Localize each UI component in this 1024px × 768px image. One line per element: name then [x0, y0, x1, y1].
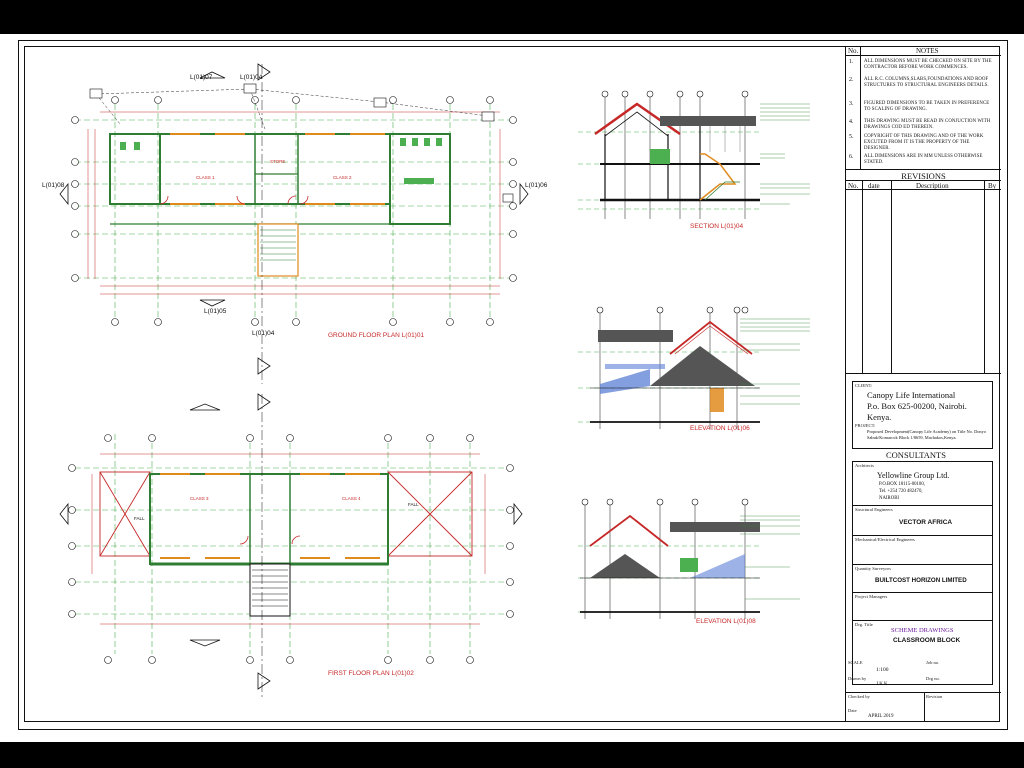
pm-label: Project Managers	[855, 594, 888, 599]
rev-divider	[862, 181, 863, 373]
client-name: Canopy Life International	[867, 390, 956, 400]
divider	[853, 505, 992, 506]
client-box: CLIENT: Canopy Life International P.o. B…	[852, 381, 993, 449]
consultants-box: Architects Yellowline Group Ltd. P.O.BOX…	[852, 461, 993, 685]
elevation-1-drawing	[578, 306, 810, 429]
room-class4: CLASS 4	[342, 496, 361, 501]
revisions-title: REVISIONS	[846, 169, 1001, 181]
room-fall-left: FALL	[134, 516, 145, 521]
client-label: CLIENT:	[855, 383, 873, 388]
room-store: STORE	[270, 159, 286, 164]
mech-label: Mechanical/Electrical Engineers	[855, 537, 915, 542]
ground-floor-title: GROUND FLOOR PLAN L(01)01	[328, 332, 425, 339]
drg-no-label: Drg no.	[926, 676, 940, 681]
ref-l0104-top: L(01)04	[240, 74, 263, 81]
structural-label: Structural Engineers	[855, 507, 893, 512]
scale-value: 1:100	[876, 667, 889, 673]
checked-label: Checked by	[848, 694, 870, 699]
section-title: SECTION L(01)04	[690, 223, 744, 230]
rev-divider	[984, 181, 985, 373]
room-class1: CLASS 1	[196, 175, 215, 180]
architect-box: P.O.BOX 18115-00100,	[879, 482, 925, 487]
elevation2-title: ELEVATION L(01)08	[696, 618, 756, 625]
drawing-sheet: L(01)07 L(01)04 L(01)08 L(01)06 L(01)05 …	[0, 34, 1024, 742]
section-drawing	[578, 90, 810, 219]
ref-l0105: L(01)05	[204, 308, 227, 315]
scale-label: SCALE	[848, 660, 863, 665]
divider	[853, 535, 992, 536]
divider	[924, 692, 925, 722]
notes-title: NOTES	[916, 47, 939, 55]
architect-tel: Tel. +254 720 482470,	[879, 489, 923, 494]
room-class3: CLASS 3	[190, 496, 209, 501]
structural-name: VECTOR AFRICA	[899, 519, 953, 526]
divider	[853, 620, 992, 621]
revisions-header: No. date Description By	[846, 181, 1001, 190]
ground-floor-plan	[59, 63, 529, 384]
elevation-2-drawing	[578, 498, 800, 619]
title-block: No. NOTES 1. ALL DIMENSIONS MUST BE CHECK…	[845, 46, 1001, 722]
room-fall-right: FALL	[408, 502, 419, 507]
drg-title-2: CLASSROOM BLOCK	[893, 637, 961, 644]
notes-no-label: No.	[848, 47, 859, 55]
consultants-title: CONSULTANTS	[886, 450, 946, 460]
project-label: PROJECT:	[855, 423, 876, 428]
drg-title-1: SCHEME DRAWINGS	[891, 627, 954, 634]
qs-name: BUILTCOST HORIZON LIMITED	[875, 577, 967, 584]
ref-l0106: L(01)06	[525, 182, 548, 189]
notes-divider	[860, 46, 861, 169]
rev-bottom-line	[846, 373, 1001, 374]
architect-name: Yellowline Group Ltd.	[877, 471, 950, 480]
elevation1-title: ELEVATION L(01)06	[690, 425, 750, 432]
job-label: Job no.	[926, 660, 940, 665]
drawn-value: J.K.K.	[876, 682, 889, 687]
qs-label: Quantity Surveyors	[855, 566, 891, 571]
first-floor-title: FIRST FLOOR PLAN L(01)02	[328, 670, 414, 677]
divider	[853, 592, 992, 593]
first-floor-plan	[59, 393, 523, 699]
client-address: P.o. Box 625-00200, Nairobi.	[867, 401, 967, 411]
date-label: Date	[848, 708, 857, 713]
divider	[853, 564, 992, 565]
revision-label: Revision	[926, 694, 943, 699]
architect-city: NAIROBI	[879, 496, 899, 501]
rev-col-no: No.	[848, 182, 859, 190]
rev-col-desc: Description	[916, 182, 949, 190]
date-value: APRIL 2019	[868, 714, 894, 719]
drawn-label: Drawn by	[848, 676, 867, 681]
ref-l0107-top: L(01)07	[190, 74, 213, 81]
ref-l0108: L(01)08	[42, 182, 65, 189]
rev-col-date: date	[868, 182, 880, 190]
ref-l0104-bottom: L(01)04	[252, 330, 275, 337]
client-country: Kenya.	[867, 412, 892, 422]
notes-header: No. NOTES	[846, 46, 1001, 56]
project-text: Proposed Development(Canopy Life Academy…	[867, 429, 987, 440]
architects-label: Architects	[855, 463, 874, 468]
drg-title-label: Drg. Title	[855, 622, 873, 627]
room-class2: CLASS 2	[333, 175, 352, 180]
rev-col-by: By	[988, 182, 997, 190]
rev-divider	[891, 181, 892, 373]
